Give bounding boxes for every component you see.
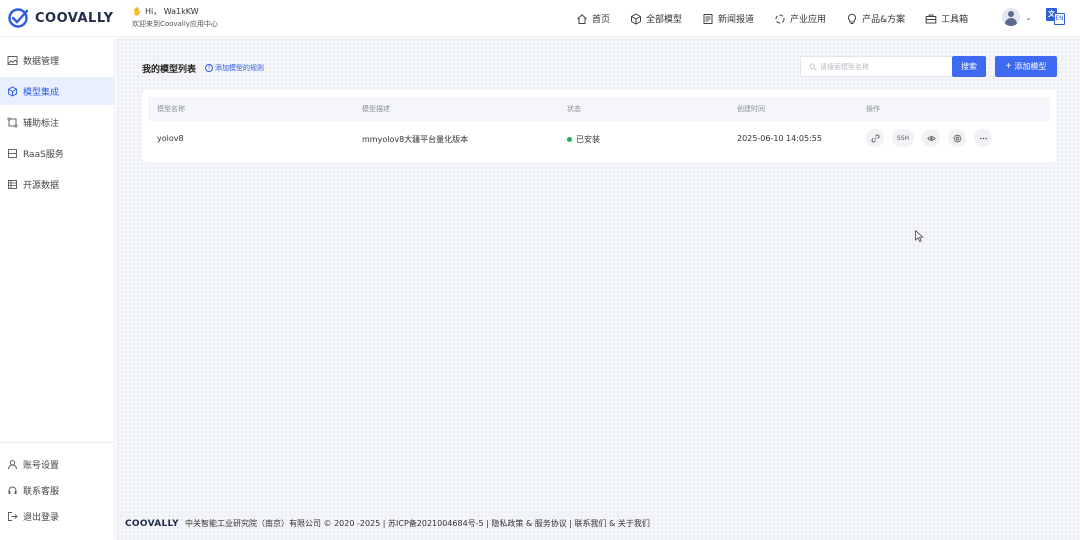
top-header: COOVALLY ✋ Hi， Wa1kKW 欢迎来到Coovally应用中心 首页… <box>0 0 1080 37</box>
view-button[interactable] <box>922 129 940 147</box>
home-icon <box>577 13 587 24</box>
nav-item-all-models[interactable]: 全部模型 <box>630 12 682 25</box>
sidebar-item-annotation[interactable]: 辅助标注 <box>0 108 114 136</box>
link-button[interactable] <box>866 129 884 147</box>
question-icon: ? <box>205 64 213 72</box>
settings-icon <box>952 133 962 143</box>
user-menu[interactable]: ⌄ <box>1002 8 1032 26</box>
more-button[interactable] <box>974 129 992 147</box>
search-button[interactable]: 搜索 <box>952 56 986 77</box>
nav-label: 首页 <box>592 15 611 25</box>
nav-label: 工具箱 <box>941 15 969 25</box>
nav-item-toolbox[interactable]: 工具箱 <box>925 12 968 25</box>
wave-icon: ✋ <box>132 7 142 16</box>
sidebar-item-open-data[interactable]: 开源数据 <box>0 170 114 198</box>
settings-button[interactable] <box>948 129 966 147</box>
column-header-actions: 操作 <box>866 105 880 113</box>
sidebar-item-label: RaaS服务 <box>23 149 64 160</box>
column-header-status: 状态 <box>567 105 581 113</box>
search-field[interactable] <box>800 56 953 77</box>
dataset-icon <box>8 179 17 189</box>
page-title: 我的模型列表 <box>142 65 197 75</box>
top-nav: 首页 全部模型 新闻报道 产业应用 产品&方案 工具箱 <box>576 0 968 37</box>
nav-label: 新闻报道 <box>718 15 755 25</box>
plus-icon: + <box>1005 61 1012 72</box>
more-icon <box>979 137 987 139</box>
main-content: 我的模型列表 ? 添加模型的规则 搜索 + 添加模型 模型名称 模型描述 状态 … <box>116 38 1080 540</box>
cube-icon <box>8 85 17 97</box>
language-switch[interactable]: 文 EN <box>1046 8 1066 26</box>
sidebar-item-account-settings[interactable]: 账号设置 <box>0 451 114 477</box>
row-actions: SSH <box>866 129 1000 147</box>
avatar <box>1002 8 1020 26</box>
user-icon <box>8 459 17 469</box>
nav-item-products[interactable]: 产品&方案 <box>846 12 905 25</box>
sidebar-bottom: 账号设置 联系客服 退出登录 <box>0 442 114 529</box>
bulb-icon <box>848 13 857 24</box>
sidebar-item-label: 联系客服 <box>23 486 60 497</box>
sidebar-item-raas[interactable]: RaaS服务 <box>0 139 114 167</box>
column-header-name: 模型名称 <box>157 105 185 113</box>
link-icon <box>871 134 879 142</box>
status-text: 已安装 <box>576 135 600 144</box>
nav-label: 产品&方案 <box>862 15 906 25</box>
sidebar-item-label: 退出登录 <box>23 512 60 523</box>
sidebar-item-data-management[interactable]: 数据管理 <box>0 46 114 74</box>
brand-logo[interactable]: COOVALLY <box>8 8 120 28</box>
sidebar: 数据管理 模型集成 辅助标注 RaaS服务 开源数据 账号设置 联系客服 退出登… <box>0 38 115 540</box>
greeting-subtext: 欢迎来到Coovally应用中心 <box>132 20 218 28</box>
add-model-label: 添加模型 <box>1014 62 1047 71</box>
cube-icon <box>631 12 642 25</box>
sidebar-item-label: 模型集成 <box>23 87 60 98</box>
column-header-created: 创建时间 <box>737 105 765 113</box>
model-table: 模型名称 模型描述 状态 创建时间 操作 yolov8 mmyolov8大疆平台… <box>142 90 1056 162</box>
nav-item-news[interactable]: 新闻报道 <box>702 12 754 25</box>
add-model-button[interactable]: + 添加模型 <box>995 56 1057 77</box>
cell-model-description: mmyolov8大疆平台量化版本 <box>362 135 469 144</box>
nav-item-home[interactable]: 首页 <box>576 12 610 25</box>
status-badge: 已安装 <box>567 134 600 145</box>
table-row: yolov8 mmyolov8大疆平台量化版本 已安装 2025-06-10 1… <box>148 126 1050 152</box>
cell-model-name: yolov8 <box>157 134 184 143</box>
sidebar-item-support[interactable]: 联系客服 <box>0 477 114 503</box>
industry-icon <box>775 14 785 23</box>
nav-label: 产业应用 <box>790 15 827 25</box>
status-dot-icon <box>567 137 572 142</box>
ssh-button[interactable]: SSH <box>892 129 914 147</box>
logout-icon <box>8 511 18 521</box>
nav-item-industry[interactable]: 产业应用 <box>774 12 826 25</box>
server-icon <box>8 148 17 158</box>
greeting-text: Hi， Wa1kKW <box>144 7 199 16</box>
sidebar-item-label: 辅助标注 <box>23 118 60 129</box>
nav-label: 全部模型 <box>646 15 683 25</box>
sidebar-item-label: 账号设置 <box>23 460 60 471</box>
sidebar-item-label: 开源数据 <box>23 180 60 191</box>
column-header-description: 模型描述 <box>362 105 390 113</box>
image-icon <box>7 55 18 65</box>
logo-mark-icon <box>8 8 30 28</box>
footer: COOVALLY 中关智能工业研究院（南京）有限公司 © 2020 -2025 … <box>125 518 650 529</box>
annotate-icon <box>7 117 18 127</box>
headset-icon <box>8 486 17 494</box>
cell-created-time: 2025-06-10 14:05:55 <box>737 134 822 143</box>
mouse-pointer-icon <box>915 230 924 242</box>
footer-text: 中关智能工业研究院（南京）有限公司 © 2020 -2025 | 苏ICP备20… <box>184 519 650 528</box>
footer-brand: COOVALLY <box>125 518 179 529</box>
brand-name: COOVALLY <box>35 10 114 26</box>
search-input[interactable] <box>820 62 940 71</box>
sidebar-item-logout[interactable]: 退出登录 <box>0 503 114 529</box>
model-rules-link-text: 添加模型的规则 <box>215 64 264 72</box>
lang-en-badge: EN <box>1054 13 1065 25</box>
toolbox-icon <box>925 14 937 23</box>
table-header: 模型名称 模型描述 状态 创建时间 操作 <box>148 97 1050 121</box>
chevron-down-icon: ⌄ <box>1025 12 1032 22</box>
search-icon <box>809 62 817 71</box>
greeting-block: ✋ Hi， Wa1kKW 欢迎来到Coovally应用中心 <box>132 6 218 30</box>
sidebar-item-model-integration[interactable]: 模型集成 <box>0 77 114 105</box>
sidebar-item-label: 数据管理 <box>23 56 60 67</box>
news-icon <box>703 13 713 24</box>
model-rules-link[interactable]: ? 添加模型的规则 <box>205 63 264 73</box>
eye-icon <box>926 135 936 141</box>
